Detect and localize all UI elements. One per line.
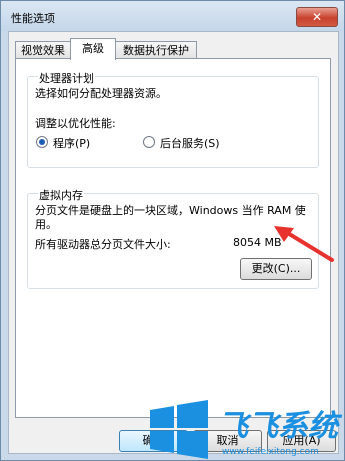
watermark-url: www.feifeixitong.com — [222, 447, 319, 457]
virtual-memory-description-line1: 分页文件是硬盘上的一块区域，Windows 当作 RAM 使 — [35, 204, 306, 217]
virtual-memory-title: 虚拟内存 — [38, 187, 84, 203]
processor-scheduling-group: 处理器计划 选择如何分配处理器资源。 调整以优化性能: 程序(P) 后台服务(S… — [27, 70, 319, 168]
windows-logo-icon — [150, 400, 208, 459]
annotation-arrow-icon — [274, 226, 334, 262]
site-watermark-logo: 飞飞系统 www.feifeixitong.com — [150, 400, 343, 459]
radio-background-services-label[interactable]: 后台服务(S) — [160, 135, 220, 151]
total-paging-file-label: 所有驱动器总分页文件大小: — [35, 238, 171, 251]
processor-description: 选择如何分配处理器资源。 — [35, 87, 167, 100]
optimize-label: 调整以优化性能: — [35, 117, 116, 130]
radio-programs-button[interactable] — [36, 136, 48, 148]
title-bar: 性能选项 ✕ — [1, 1, 344, 31]
tab-visual-effects[interactable]: 视觉效果 — [15, 41, 71, 59]
watermark-brand: 飞飞系统 — [218, 409, 343, 444]
radio-programs-label[interactable]: 程序(P) — [53, 135, 90, 151]
tab-bar: 视觉效果 高级 数据执行保护 — [15, 38, 335, 60]
tab-data-execution-prevention[interactable]: 数据执行保护 — [115, 41, 197, 59]
window-title: 性能选项 — [11, 12, 55, 25]
tab-advanced[interactable]: 高级 — [70, 38, 116, 60]
processor-scheduling-title: 处理器计划 — [38, 70, 95, 86]
virtual-memory-description-line2: 用。 — [35, 218, 57, 231]
close-button[interactable]: ✕ — [296, 7, 338, 27]
radio-background-services-button[interactable] — [143, 136, 155, 148]
